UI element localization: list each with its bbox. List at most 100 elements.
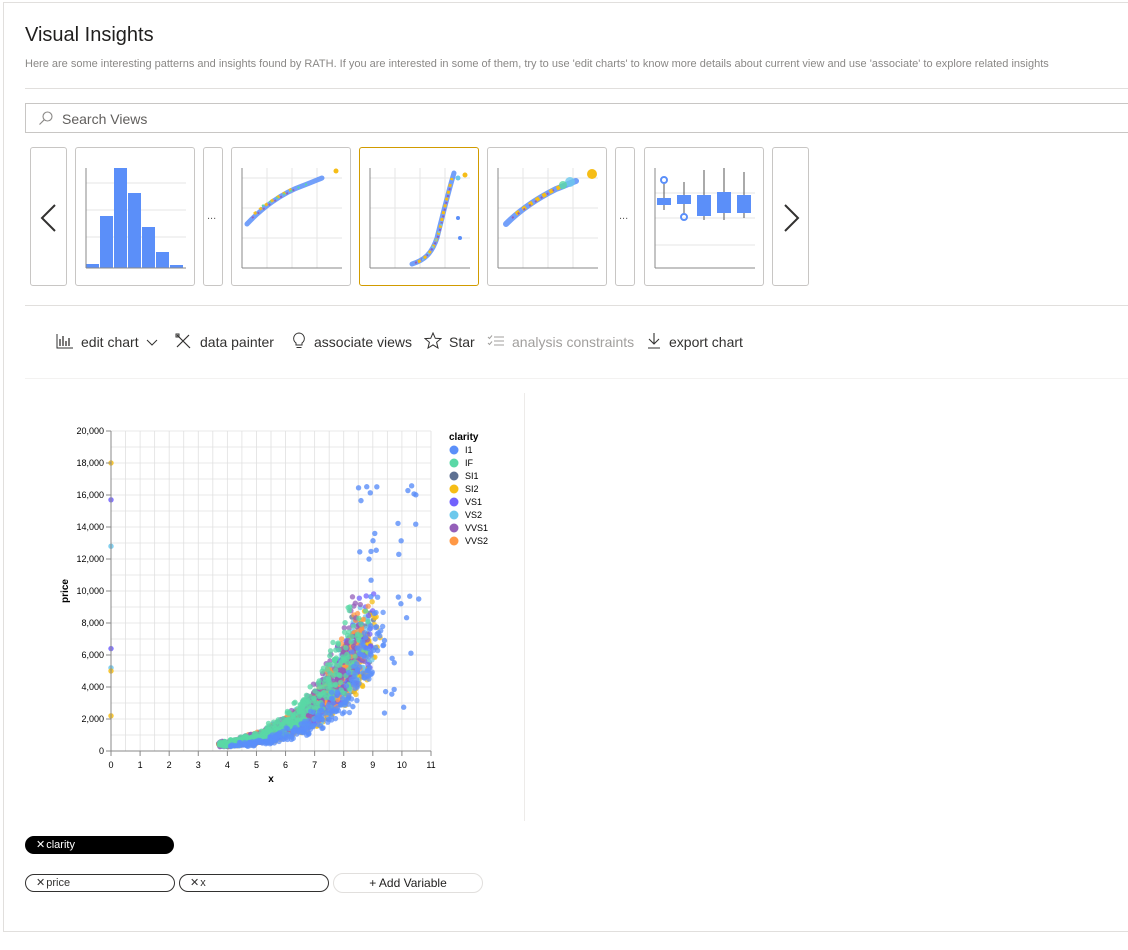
star-button[interactable]: Star [423,330,475,354]
data-point [342,699,349,705]
data-point [360,652,366,659]
ellipsis-label: ... [619,210,629,222]
data-point [362,634,369,641]
legend-item-label[interactable]: VVS2 [465,536,488,546]
data-point [255,737,262,744]
search-input[interactable]: Search Views [25,103,1128,133]
analysis-constraints-button[interactable]: analysis constraints [487,330,634,354]
ellipsis-label: ... [207,210,217,222]
legend-swatch [449,484,459,494]
data-point [403,615,410,621]
legend-swatch [449,497,459,507]
data-point [368,594,374,600]
data-point [408,650,414,656]
data-point [321,679,328,685]
data-point [351,663,357,670]
legend-swatch [449,445,459,455]
chevron-down-icon [146,334,165,350]
x-axis-label: x [268,774,274,785]
edit-chart-button[interactable]: edit chart [56,330,165,354]
data-point [310,724,316,730]
associate-views-button[interactable]: associate views [291,330,412,354]
data-point [347,604,353,610]
associate-views-label: associate views [314,334,413,350]
carousel-more[interactable]: ... [203,147,223,286]
add-variable-button[interactable]: + Add Variable [333,873,483,893]
data-point [291,700,297,706]
data-point [365,612,372,619]
lightbulb-icon [291,331,314,353]
data-point [358,497,364,504]
close-icon[interactable]: ✕ [190,877,199,889]
data-point [327,653,333,659]
data-point [316,678,322,684]
thumbnail-histogram[interactable] [75,147,195,286]
data-point [416,596,422,602]
data-point [277,732,284,739]
y-tick-label: 2,000 [81,714,104,724]
data-point [405,487,411,494]
thumbnail-scatter-curve[interactable] [231,147,351,286]
carousel-next-button[interactable] [772,147,809,286]
data-point [381,637,388,644]
color-field-label: clarity [46,839,75,851]
list-check-icon [487,334,512,351]
close-icon[interactable]: ✕ [36,839,45,851]
data-point [371,610,378,617]
thumbnail-scatter-exponential[interactable] [359,147,479,286]
legend-item-label[interactable]: VVS1 [465,523,488,533]
data-point [327,648,334,654]
data-point [299,699,306,705]
data-point [365,603,371,609]
legend-swatch [449,458,459,468]
thumbnail-boxplot[interactable] [644,147,764,286]
data-point [361,644,368,651]
x-field-pill[interactable]: ✕x [179,874,329,892]
x-tick-label: 2 [167,760,172,770]
data-painter-button[interactable]: data painter [175,330,274,354]
x-tick-label: 0 [108,760,113,770]
legend-item-label[interactable]: SI1 [465,471,479,481]
data-point [308,708,314,715]
data-point [368,577,374,583]
export-chart-button[interactable]: export chart [646,330,743,354]
data-point [350,703,356,710]
edit-chart-label: edit chart [81,334,139,350]
legend-item-label[interactable]: IF [465,458,474,468]
data-point [366,556,372,562]
legend-item-label[interactable]: VS1 [465,497,482,507]
divider [25,88,1128,89]
legend-item-label[interactable]: VS2 [465,510,482,520]
data-point [354,684,360,690]
chart-grid [110,430,432,752]
data-point [318,707,324,713]
data-point [368,623,374,629]
x-tick-label: 10 [397,760,407,770]
data-point [306,730,312,737]
data-point [324,666,331,673]
color-field-pill[interactable]: ✕clarity [25,836,174,854]
data-point [218,741,225,747]
legend-item-label[interactable]: I1 [465,445,473,455]
data-point [411,491,417,497]
data-painter-label: data painter [200,334,274,350]
data-point [346,654,352,660]
panel-divider [524,393,525,821]
close-icon[interactable]: ✕ [36,877,45,889]
page-title: Visual Insights [25,24,154,46]
data-point [312,688,318,694]
y-tick-label: 6,000 [81,650,104,660]
data-point [325,707,332,713]
thumbnail-scatter-sized[interactable] [487,147,607,286]
data-point [395,520,401,527]
data-point [227,743,234,749]
legend-item-label[interactable]: SI2 [465,484,479,494]
data-point [328,689,335,695]
data-point [372,624,379,631]
y-axis-label: price [60,579,71,603]
data-point [349,594,356,600]
price-field-pill[interactable]: ✕price [25,874,175,892]
carousel-prev-button[interactable] [30,147,67,286]
carousel-more-2[interactable]: ... [615,147,635,286]
data-point [370,538,376,544]
